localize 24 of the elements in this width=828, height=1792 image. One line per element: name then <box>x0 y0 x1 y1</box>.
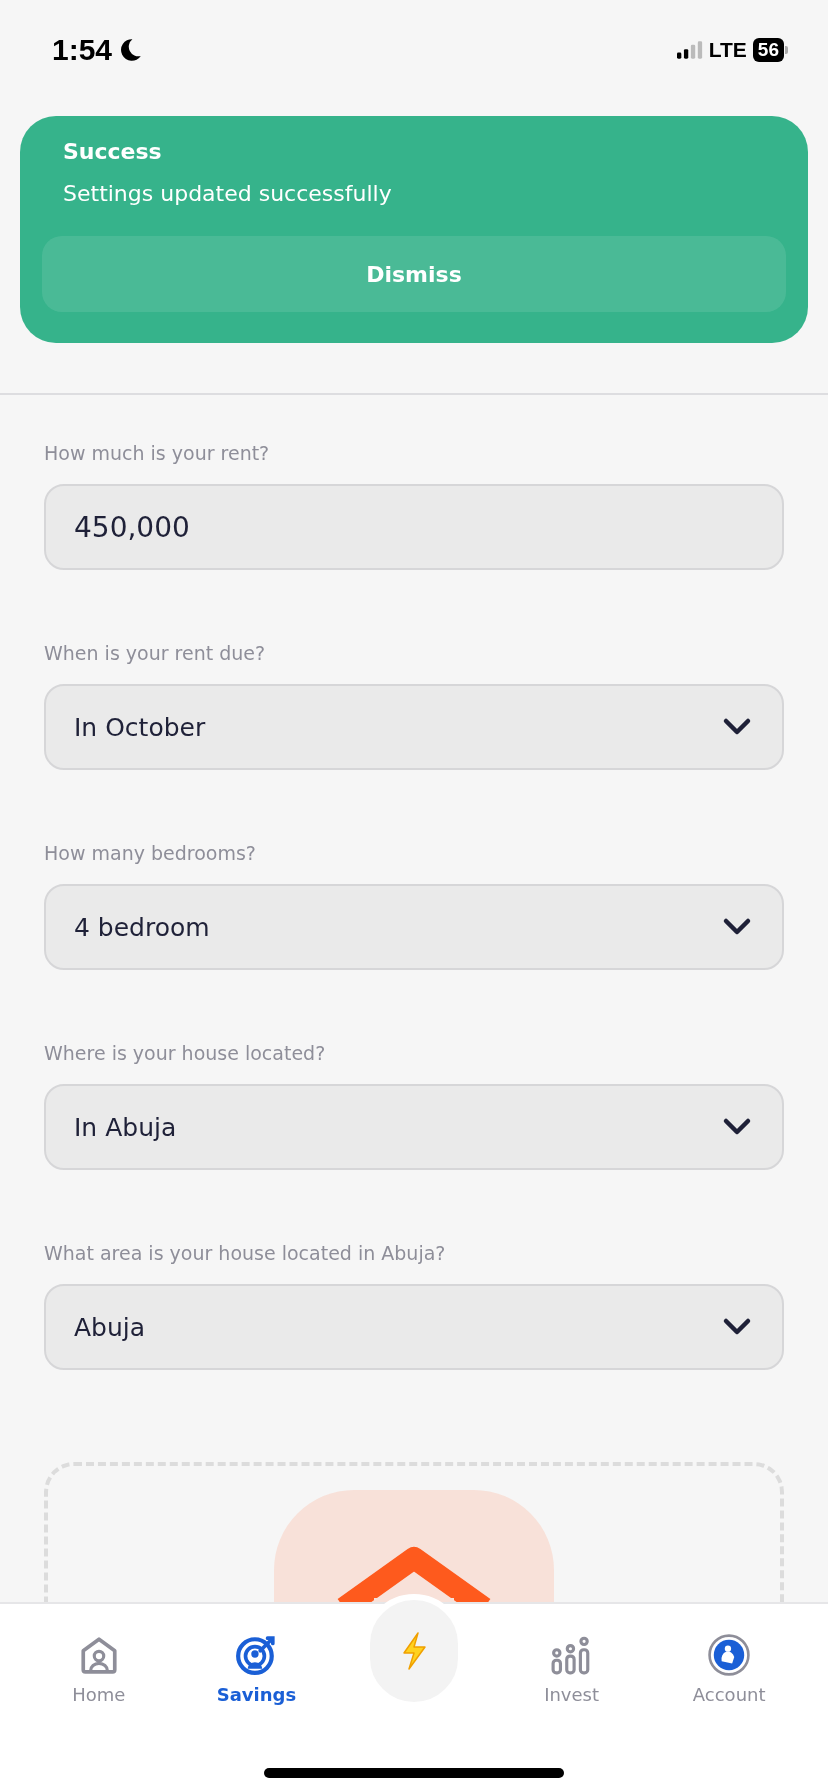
dropdown-field[interactable]: In October <box>44 684 784 770</box>
chevron-down-icon <box>722 1117 752 1137</box>
network-label: LTE <box>708 38 747 62</box>
moon-icon <box>118 38 143 62</box>
battery-indicator: 56 <box>752 38 784 62</box>
signal-icon <box>676 41 703 59</box>
rent-input-field[interactable]: 450,000 <box>44 484 784 570</box>
chevron-down-icon <box>722 917 752 937</box>
savings-icon <box>235 1634 278 1676</box>
chevron-down-icon <box>722 1317 752 1337</box>
toast-title: Success <box>63 138 163 166</box>
toast-message: Settings updated successfully <box>63 180 393 208</box>
field-label: What area is your house located in Abuja? <box>44 1241 447 1265</box>
tab-item[interactable]: Savings <box>196 1634 317 1724</box>
field-label: How many bedrooms? <box>44 841 257 865</box>
chevron-down-icon <box>722 717 752 737</box>
field-label: When is your rent due? <box>44 641 267 665</box>
dropdown-field[interactable]: 4 bedroom <box>44 884 784 970</box>
dropdown-field[interactable]: Abuja <box>44 1284 784 1370</box>
account-icon <box>708 1634 751 1676</box>
field-label: Where is your house located? <box>44 1041 327 1065</box>
clock-time: 1:54 <box>52 33 113 67</box>
dropdown-field[interactable]: In Abuja <box>44 1084 784 1170</box>
field-label: How much is your rent? <box>44 441 271 465</box>
